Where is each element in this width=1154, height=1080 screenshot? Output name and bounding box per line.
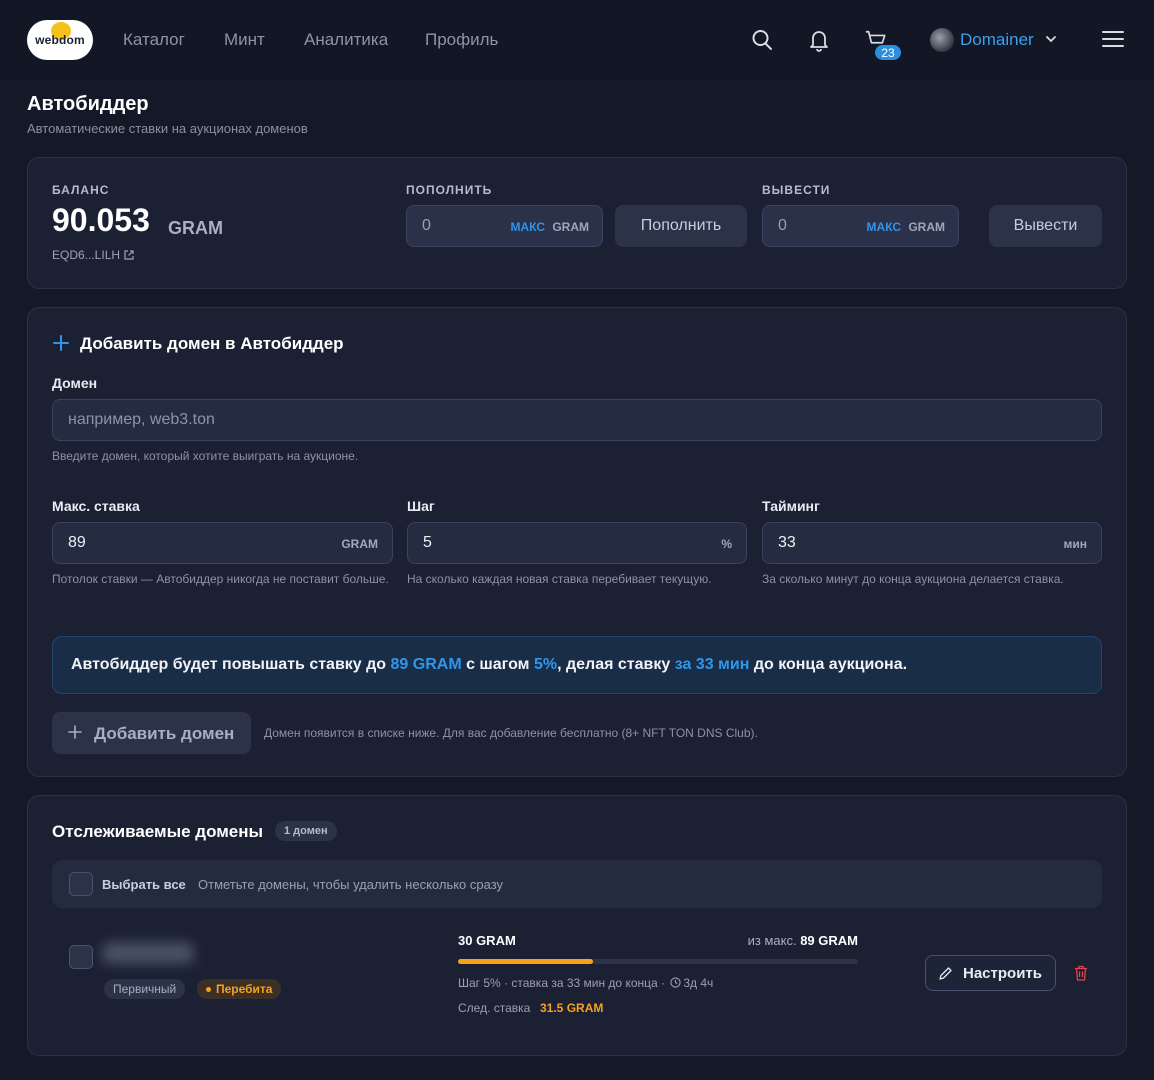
select-all-hint: Отметьте домены, чтобы удалить несколько… <box>198 877 504 892</box>
max-bid-hint: Потолок ставки — Автобиддер никогда не п… <box>52 572 389 586</box>
plus-icon <box>53 335 69 351</box>
deposit-max-button[interactable]: МАКС <box>511 220 546 234</box>
pencil-icon <box>939 967 952 980</box>
max-bid-unit: GRAM <box>341 537 378 551</box>
cart-count-badge: 23 <box>875 45 901 60</box>
step-input[interactable]: 5 % <box>407 522 747 564</box>
page-subtitle: Автоматические ставки на аукционах домен… <box>27 121 308 136</box>
clock-icon <box>670 977 681 988</box>
balance-unit: GRAM <box>168 218 223 238</box>
plus-icon <box>68 725 82 739</box>
wallet-address-link[interactable]: EQD6...LILH <box>52 248 134 262</box>
status-badge-outbid: Перебита <box>197 979 282 999</box>
step-hint: На сколько каждая новая ставка перебивае… <box>407 572 712 586</box>
nav-analytics[interactable]: Аналитика <box>304 30 388 50</box>
domain-placeholder: например, web3.ton <box>68 411 215 428</box>
domain-row-checkbox[interactable] <box>69 945 93 969</box>
user-avatar[interactable] <box>930 28 954 52</box>
withdraw-unit: GRAM <box>908 220 945 234</box>
next-bid-value: 31.5 GRAM <box>540 1001 604 1015</box>
page-title: Автобиддер <box>27 93 149 115</box>
add-domain-button[interactable]: Добавить домен <box>52 712 251 754</box>
tracked-count-badge: 1 домен <box>275 821 337 841</box>
bid-progress-fill <box>458 959 593 964</box>
nav-catalog[interactable]: Каталог <box>123 30 185 50</box>
top-navbar: webdom Каталог Минт Аналитика Профиль 23… <box>0 0 1154 80</box>
timing-input[interactable]: 33 мин <box>762 522 1102 564</box>
deposit-amount-input[interactable]: 0 МАКС GRAM <box>406 205 603 247</box>
step-unit: % <box>721 537 732 551</box>
configure-button[interactable]: Настроить <box>925 955 1056 991</box>
timing-label: Тайминг <box>762 498 820 514</box>
withdraw-max-button[interactable]: МАКС <box>867 220 902 234</box>
webdom-logo[interactable]: webdom <box>27 20 93 60</box>
deposit-button[interactable]: Пополнить <box>615 205 747 247</box>
deposit-unit: GRAM <box>552 220 589 234</box>
timing-unit: мин <box>1063 537 1087 551</box>
nav-profile[interactable]: Профиль <box>425 30 498 50</box>
select-all-label[interactable]: Выбрать все <box>102 877 186 892</box>
add-domain-button-label: Добавить домен <box>94 724 235 743</box>
logo-text: webdom <box>35 33 85 47</box>
nav-mint[interactable]: Минт <box>224 30 265 50</box>
wallet-address: EQD6...LILH <box>52 248 121 262</box>
search-icon[interactable] <box>751 28 773 52</box>
max-bid-input[interactable]: 89 GRAM <box>52 522 393 564</box>
bid-progress-bar <box>458 959 858 964</box>
summary-text: Автобиддер будет повышать ставку до 89 G… <box>71 656 908 673</box>
select-all-bar: Выбрать все Отметьте домены, чтобы удали… <box>52 860 1102 908</box>
bid-details: Шаг 5% · ставка за 33 мин до конца · 3д … <box>458 976 714 990</box>
status-dot-icon <box>206 986 211 992</box>
max-bid-display: из макс. 89 GRAM <box>747 933 858 948</box>
deposit-label: ПОПОЛНИТЬ <box>406 183 493 197</box>
withdraw-label: ВЫВЕСТИ <box>762 183 831 197</box>
domain-hint: Введите домен, который хотите выиграть н… <box>52 449 359 463</box>
configure-button-label: Настроить <box>963 965 1042 982</box>
tracked-domains-card: Отслеживаемые домены 1 домен Выбрать все… <box>27 795 1127 1056</box>
autobid-summary: Автобиддер будет повышать ставку до 89 G… <box>52 636 1102 694</box>
bell-icon[interactable] <box>808 28 830 52</box>
chevron-down-icon[interactable] <box>1045 34 1057 44</box>
select-all-checkbox[interactable] <box>69 872 93 896</box>
max-bid-label: Макс. ставка <box>52 498 140 514</box>
next-bid-label: След. ставка <box>458 1001 531 1015</box>
step-value: 5 <box>423 534 432 551</box>
tag-primary: Первичный <box>104 979 186 999</box>
username-menu[interactable]: Domainer <box>960 30 1034 50</box>
tracked-title: Отслеживаемые домены <box>52 822 264 841</box>
balance-amount: 90.053 <box>52 202 150 238</box>
add-domain-title: Добавить домен в Автобиддер <box>80 334 344 353</box>
balance-label: БАЛАНС <box>52 183 110 197</box>
withdraw-value: 0 <box>778 217 787 234</box>
domain-label: Домен <box>52 375 98 391</box>
withdraw-button[interactable]: Вывести <box>989 205 1102 247</box>
trash-icon[interactable] <box>1074 965 1088 981</box>
timing-hint: За сколько минут до конца аукциона делае… <box>762 572 1064 586</box>
step-label: Шаг <box>407 498 435 514</box>
add-domain-note: Домен появится в списке ниже. Для вас до… <box>264 726 758 740</box>
withdraw-amount-input[interactable]: 0 МАКС GRAM <box>762 205 959 247</box>
deposit-value: 0 <box>422 217 431 234</box>
add-domain-card: Добавить домен в Автобиддер Домен наприм… <box>27 307 1127 777</box>
current-bid: 30 GRAM <box>458 933 516 948</box>
max-bid-value: 89 <box>68 534 86 551</box>
balance-card: БАЛАНС 90.053 GRAM EQD6...LILH ПОПОЛНИТЬ… <box>27 157 1127 289</box>
menu-icon[interactable] <box>1102 31 1124 49</box>
domain-name-blurred <box>102 942 194 964</box>
external-link-icon <box>124 250 134 260</box>
timing-value: 33 <box>778 534 796 551</box>
domain-input[interactable]: например, web3.ton <box>52 399 1102 441</box>
